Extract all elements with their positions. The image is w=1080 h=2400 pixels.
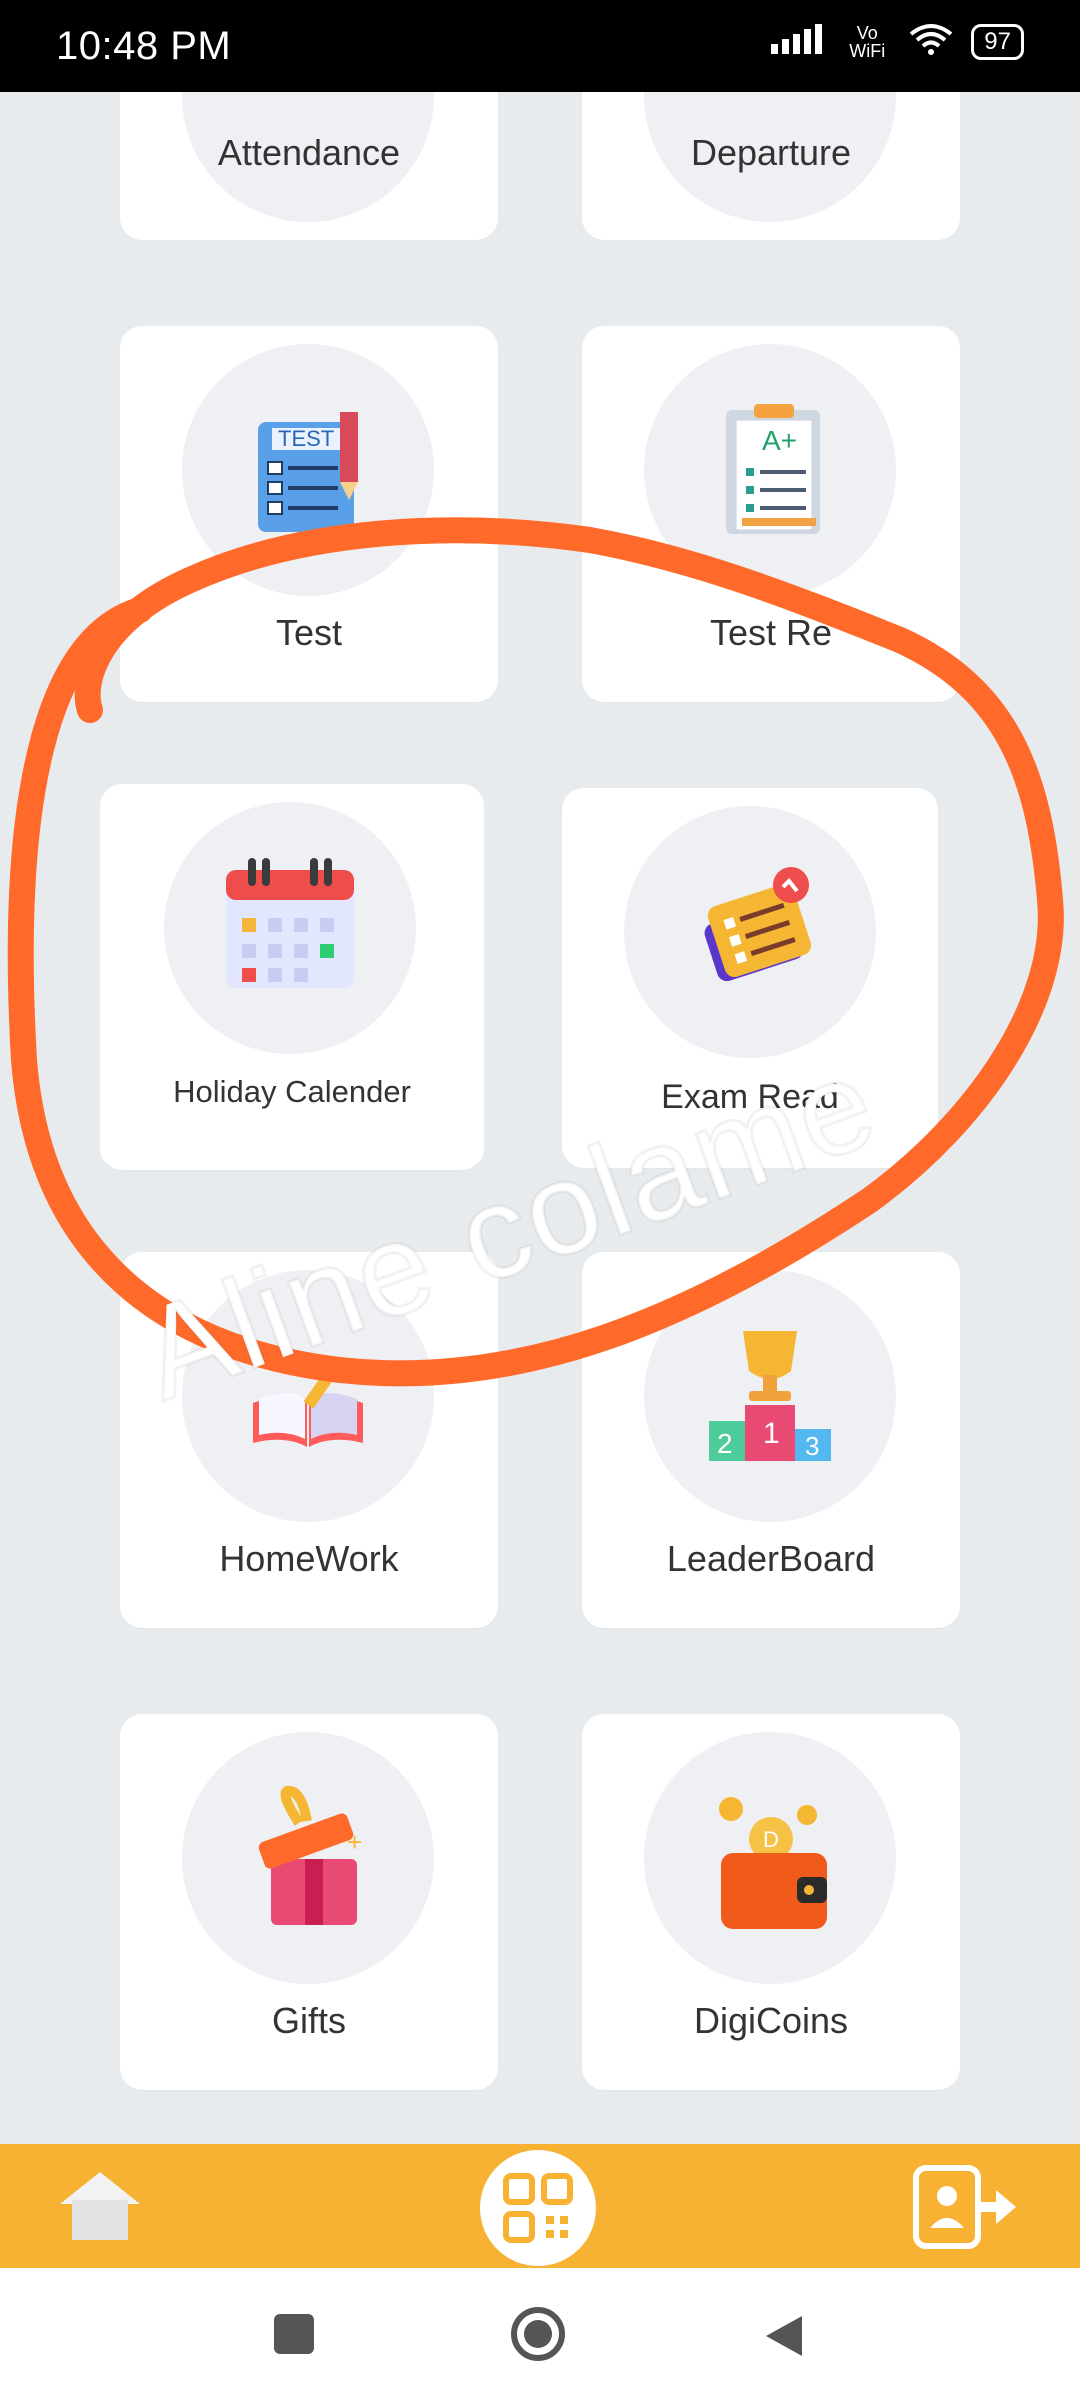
digicoins-tile[interactable]: D DigiCoins — [582, 1714, 960, 2090]
test-result-label: Test Re — [709, 612, 833, 653]
status-bar: 10:48 PM Vo WiFi 97 — [0, 0, 1080, 92]
recents-square-icon[interactable] — [272, 2312, 316, 2361]
svg-text:2: 2 — [717, 1428, 733, 1459]
gifts-icon: + — [182, 1732, 434, 1984]
attendance-label: Attendance — [217, 132, 401, 173]
status-time: 10:48 PM — [56, 24, 232, 68]
test-icon: TEST — [182, 344, 434, 596]
attendance-tile[interactable]: Attendance — [120, 92, 498, 240]
holiday-calendar-tile[interactable]: Holiday Calender — [100, 784, 484, 1170]
digicoins-icon: D — [644, 1732, 896, 1984]
battery-indicator: 97 — [971, 23, 1024, 60]
test-label: Test — [275, 612, 343, 653]
svg-text:3: 3 — [805, 1431, 819, 1461]
test-result-icon: A+ — [644, 344, 896, 596]
wifi-icon — [909, 22, 953, 61]
holiday-calendar-label: Holiday Calender — [173, 1074, 411, 1109]
svg-text:+: + — [347, 1827, 362, 1857]
status-icons: Vo WiFi 97 — [769, 22, 1024, 61]
svg-text:A+: A+ — [762, 425, 797, 456]
svg-text:TEST: TEST — [278, 426, 334, 451]
logout-icon[interactable] — [910, 2162, 1020, 2252]
exam-icon — [624, 806, 876, 1058]
qr-code-icon[interactable] — [480, 2150, 596, 2266]
homework-label: HomeWork — [219, 1538, 399, 1579]
calendar-icon — [164, 802, 416, 1054]
home-circle-icon[interactable] — [508, 2304, 568, 2369]
departure-label: Departure — [690, 132, 852, 173]
gifts-label: Gifts — [271, 2000, 346, 2041]
signal-icon — [769, 22, 825, 61]
battery-level: 97 — [984, 27, 1011, 55]
gifts-tile[interactable]: + Gifts — [120, 1714, 498, 2090]
system-navigation-bar — [0, 2268, 1080, 2400]
test-result-tile[interactable]: A+ Test Re — [582, 326, 960, 702]
departure-tile[interactable]: Departure — [582, 92, 960, 240]
svg-text:D: D — [763, 1827, 779, 1852]
digicoins-label: DigiCoins — [693, 2000, 849, 2041]
leaderboard-tile[interactable]: 1 2 3 LeaderBoard — [582, 1252, 960, 1628]
bottom-navigation — [0, 2144, 1080, 2268]
leaderboard-label: LeaderBoard — [666, 1538, 876, 1579]
back-triangle-icon[interactable] — [762, 2312, 806, 2365]
vowifi-label: Vo WiFi — [849, 22, 886, 61]
home-icon[interactable] — [50, 2166, 150, 2246]
test-tile[interactable]: TEST Test — [120, 326, 498, 702]
leaderboard-icon: 1 2 3 — [644, 1270, 896, 1522]
svg-text:1: 1 — [763, 1417, 780, 1450]
